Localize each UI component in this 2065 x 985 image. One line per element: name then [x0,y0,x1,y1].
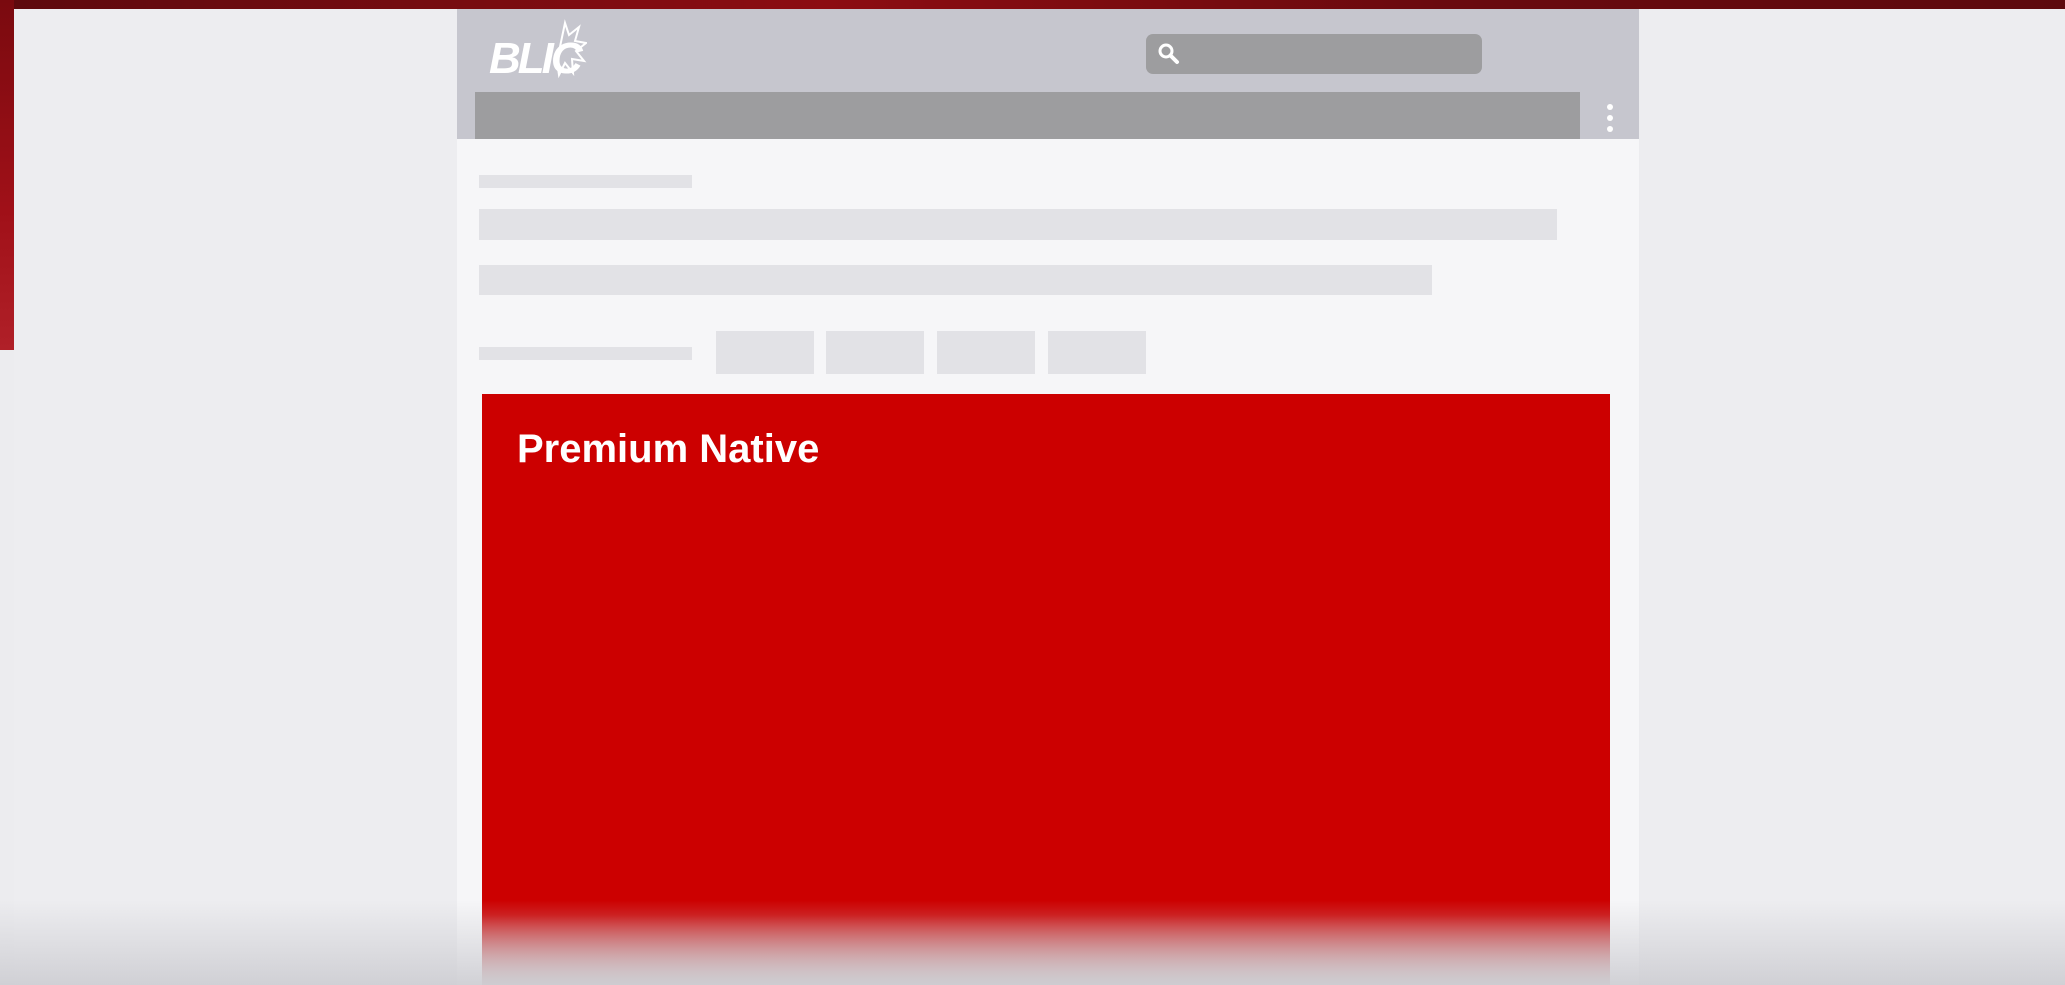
skeleton-headline-line-1 [479,209,1557,240]
search-icon [1158,43,1179,64]
skeleton-headline-line-2 [479,265,1432,295]
more-vertical-icon[interactable] [1603,99,1617,137]
skeleton-kicker [479,175,692,188]
svg-text:BLIC: BLIC [489,34,584,83]
backdrop-red-strip [0,0,2065,9]
skeleton-tag [937,331,1035,374]
search-input[interactable] [1146,34,1482,74]
ad-title: Premium Native [517,427,820,471]
left-panel [14,9,458,985]
skeleton-tag [1048,331,1146,374]
page-mockup: BLIC Premium Native [457,9,1639,985]
skeleton-byline [479,347,692,360]
backdrop-red-side [0,0,14,350]
blic-logo[interactable]: BLIC [487,17,587,89]
premium-native-ad[interactable]: Premium Native [482,394,1610,985]
right-panel [1640,9,2065,985]
nav-bar[interactable] [475,92,1580,139]
skeleton-tag [826,331,924,374]
skeleton-tag [716,331,814,374]
